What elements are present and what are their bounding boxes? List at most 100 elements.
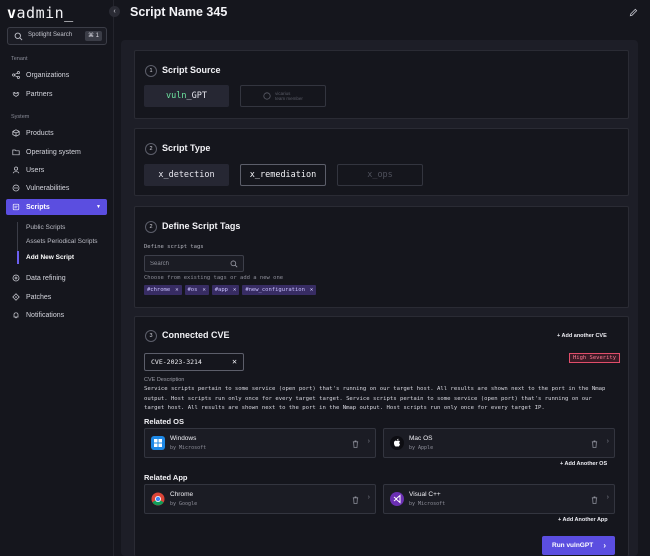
sidebar-item-organizations[interactable]: Organizations: [6, 67, 107, 83]
chrome-icon: [151, 492, 165, 506]
option-label-suffix: _GPT: [186, 91, 207, 101]
card-title: Define Script Tags: [162, 221, 241, 231]
trash-icon[interactable]: [352, 440, 359, 448]
tag-search-field[interactable]: [144, 255, 244, 272]
tag-chip[interactable]: #chrome ✕: [144, 285, 182, 295]
pencil-icon[interactable]: [629, 8, 638, 17]
severity-badge: High Severity: [569, 353, 621, 363]
cve-chip: CVE-2023-3214 ✕: [144, 353, 244, 371]
vicarius-logo-icon: [263, 92, 271, 100]
sidebar-item-label: Data refining: [26, 274, 66, 282]
tag-chip[interactable]: #new_configuration ✕: [242, 285, 317, 295]
tag-label: #chrome: [147, 287, 171, 293]
handshake-icon: [12, 91, 20, 97]
sidebar-item-label: Notifications: [26, 311, 65, 319]
type-option-ops[interactable]: x_ops: [337, 164, 423, 186]
remove-cve-icon[interactable]: ✕: [232, 354, 237, 370]
app-vendor: by Google: [170, 501, 198, 507]
sidebar-item-label: Patches: [26, 293, 52, 301]
spotlight-shortcut: ⌘ 1: [84, 31, 102, 41]
card-title: Connected CVE: [162, 330, 230, 340]
sidebar-item-patches[interactable]: Patches: [6, 289, 107, 305]
related-os-title: Related OS: [144, 417, 185, 426]
sidebar-item-products[interactable]: Products: [6, 125, 107, 141]
cve-description-label: CVE Description: [144, 377, 185, 383]
type-option-detection[interactable]: x_detection: [144, 164, 229, 186]
type-option-remediation[interactable]: x_remediation: [240, 164, 326, 186]
tag-chip[interactable]: #app ✕: [211, 285, 240, 295]
tag-list: #chrome ✕ #os ✕ #app ✕ #new_configuration ✕: [144, 285, 317, 295]
related-app-card-visual-cpp[interactable]: Visual C++ by Microsoft ›: [383, 484, 615, 514]
tag-search-input[interactable]: [150, 259, 225, 269]
users-icon: [12, 166, 20, 174]
spotlight-search[interactable]: Spotlight Search ⌘ 1: [7, 27, 107, 45]
tag-label: #os: [187, 287, 198, 293]
sidebar-item-data-refining[interactable]: Data refining: [6, 270, 107, 286]
app-vendor: by Microsoft: [409, 501, 446, 507]
vicarius-label: vicarius team member: [275, 91, 303, 101]
chevron-right-icon[interactable]: ›: [607, 438, 609, 445]
source-option-vulngpt[interactable]: vuln _GPT: [144, 85, 229, 107]
trash-icon[interactable]: [591, 496, 598, 504]
tags-field-label: Define script tags: [144, 244, 204, 250]
sidebar-item-label: Scripts: [26, 203, 50, 211]
remove-tag-icon[interactable]: ✕: [233, 287, 236, 293]
card-title: Script Source: [162, 65, 221, 75]
related-os-card-windows[interactable]: Windows by Microsoft ›: [144, 428, 376, 458]
add-another-cve-button[interactable]: + Add another CVE: [557, 333, 607, 339]
sidebar-item-scripts[interactable]: Scripts ▼: [6, 199, 107, 215]
source-option-vicarius[interactable]: vicarius team member: [240, 85, 326, 107]
os-vendor: by Microsoft: [170, 445, 207, 451]
sidebar-item-label: Products: [26, 129, 54, 137]
related-os-card-macos[interactable]: Mac OS by Apple ›: [383, 428, 615, 458]
sidebar-item-label: Vulnerabilities: [26, 184, 70, 192]
run-vulngpt-button[interactable]: Run vulnGPT ›: [542, 536, 615, 555]
shield-icon: [12, 184, 20, 192]
apple-icon: [390, 436, 404, 450]
sidebar-item-partners[interactable]: Partners: [6, 86, 107, 102]
chevron-right-icon[interactable]: ›: [368, 494, 370, 501]
os-name: Windows: [170, 435, 197, 442]
subnav-assets-periodical-scripts[interactable]: Assets Periodical Scripts: [17, 235, 107, 249]
trash-icon[interactable]: [591, 440, 598, 448]
tags-hint: Choose from existing tags or add a new o…: [144, 275, 284, 281]
subnav-public-scripts[interactable]: Public Scripts: [17, 221, 107, 235]
sidebar-item-vulnerabilities[interactable]: Vulnerabilities: [6, 180, 107, 196]
caret-down-icon: ▼: [96, 204, 101, 210]
chevron-right-icon[interactable]: ›: [368, 438, 370, 445]
search-icon: [230, 260, 238, 268]
cve-id: CVE-2023-3214: [151, 358, 202, 366]
app-root: vadmin_ Spotlight Search ⌘ 1 Tenant Orga…: [0, 0, 650, 556]
step-number: 2: [145, 221, 157, 233]
step-number: 3: [145, 330, 157, 342]
remove-tag-icon[interactable]: ✕: [175, 287, 178, 293]
scripts-icon: [12, 203, 20, 211]
chevron-right-icon[interactable]: ›: [607, 494, 609, 501]
app-logo[interactable]: vadmin_: [7, 4, 74, 22]
chevron-left-icon: ‹: [113, 8, 116, 15]
add-another-app-button[interactable]: + Add Another App: [558, 517, 608, 523]
remove-tag-icon[interactable]: ✕: [310, 287, 313, 293]
related-app-card-chrome[interactable]: Chrome by Google ›: [144, 484, 376, 514]
related-app-title: Related App: [144, 473, 188, 482]
visual-cpp-icon: [390, 492, 404, 506]
section-label-system: System: [11, 114, 30, 120]
search-icon: [14, 32, 23, 41]
spotlight-label: Spotlight Search: [28, 32, 73, 38]
sidebar-item-label: Organizations: [26, 71, 70, 79]
sidebar-item-notifications[interactable]: Notifications: [6, 307, 107, 323]
card-title: Script Type: [162, 143, 211, 153]
sidebar-collapse-button[interactable]: ‹: [109, 6, 120, 17]
sidebar-item-operating-system[interactable]: Operating system: [6, 144, 107, 160]
sidebar-item-label: Users: [26, 166, 45, 174]
remove-tag-icon[interactable]: ✕: [202, 287, 205, 293]
tag-chip[interactable]: #os ✕: [184, 285, 209, 295]
trash-icon[interactable]: [352, 496, 359, 504]
os-vendor: by Apple: [409, 445, 434, 451]
subnav-add-new-script[interactable]: Add New Script: [17, 251, 107, 265]
app-name: Visual C++: [409, 491, 441, 498]
sidebar-item-users[interactable]: Users: [6, 162, 107, 178]
script-type-card: 2 Script Type x_detection x_remediation …: [134, 128, 629, 196]
run-button-label: Run vulnGPT: [552, 542, 594, 549]
add-another-os-button[interactable]: + Add Another OS: [560, 461, 607, 467]
